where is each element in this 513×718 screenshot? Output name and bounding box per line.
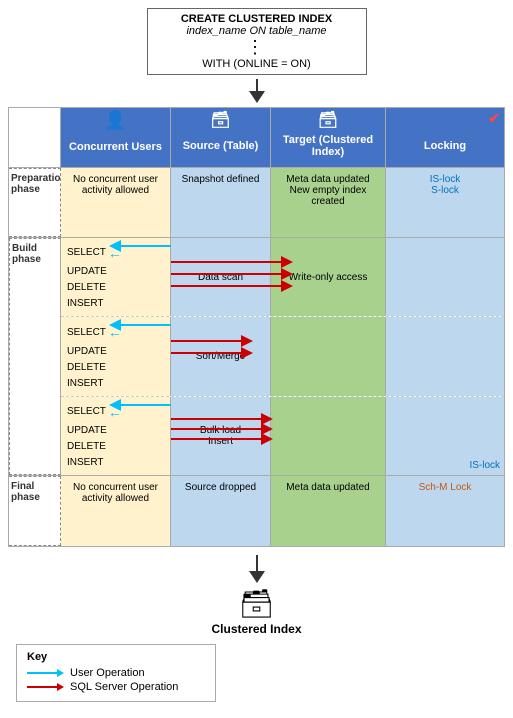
build-locking-3: IS-lock xyxy=(386,397,504,475)
build-concurrent-1: SELECT ← UPDATE DELETE INSERT xyxy=(61,238,171,316)
build-phase-row: Build phase SELECT ← UPDATE DELETE xyxy=(9,238,504,476)
build-source-3: Bulk loadInsert xyxy=(171,397,271,475)
clustered-index-label: Clustered Index xyxy=(8,622,505,636)
final-concurrent: No concurrent user activity allowed xyxy=(61,476,171,546)
phase-label-spacer xyxy=(9,108,61,167)
build-locking-1 xyxy=(386,238,504,316)
build-sub-row-3: SELECT ← UPDATE DELETE INSERT Bulk loadI… xyxy=(61,397,504,475)
sql-line3: WITH (ONLINE = ON) xyxy=(156,58,358,70)
final-phase-label: Final phase xyxy=(9,476,61,546)
build-locking-2 xyxy=(386,317,504,395)
check-icon: ✔ xyxy=(488,110,500,127)
build-concurrent-2: SELECT ← UPDATE DELETE INSERT xyxy=(61,317,171,395)
key-box: Key User Operation SQL Server Operation xyxy=(16,644,216,702)
op-update-1: UPDATE xyxy=(67,264,166,280)
key-title: Key xyxy=(27,651,205,663)
build-concurrent-3: SELECT ← UPDATE DELETE INSERT xyxy=(61,397,171,475)
build-phase-label: Build phase xyxy=(9,238,61,475)
build-source-1: Data scan xyxy=(171,238,271,316)
final-phase-row: Final phase No concurrent user activity … xyxy=(9,476,504,546)
top-arrow xyxy=(8,79,505,103)
build-sub-rows: SELECT ← UPDATE DELETE INSERT Data scan … xyxy=(61,238,504,475)
sql-line1: CREATE CLUSTERED INDEX xyxy=(156,13,358,25)
key-user-op-arrow xyxy=(27,669,64,677)
op-update-3: UPDATE xyxy=(67,423,166,439)
preparation-locking: IS-lock S-lock xyxy=(386,168,504,237)
op-select-2: SELECT ← xyxy=(67,321,166,343)
op-select-1: SELECT ← xyxy=(67,242,166,264)
build-target-2 xyxy=(271,317,386,395)
preparation-phase-row: Preparation phase No concurrent user act… xyxy=(9,168,504,238)
build-target-3 xyxy=(271,397,386,475)
op-update-2: UPDATE xyxy=(67,344,166,360)
key-user-op-row: User Operation xyxy=(27,667,205,679)
page: CREATE CLUSTERED INDEX index_name ON tab… xyxy=(0,0,513,718)
op-insert-2: INSERT xyxy=(67,376,166,392)
final-locking: Sch-M Lock xyxy=(386,476,504,546)
blue-arrow-icon-2: ← xyxy=(108,321,122,343)
op-select-3: SELECT ← xyxy=(67,401,166,423)
blue-arrow-icon-1: ← xyxy=(108,242,122,264)
op-delete-1: DELETE xyxy=(67,280,166,296)
op-insert-1: INSERT xyxy=(67,296,166,312)
preparation-concurrent: No concurrent user activity allowed xyxy=(61,168,171,237)
blue-arrow-icon-3: ← xyxy=(108,401,122,423)
diagram: 👤 Concurrent Users 🗃 Source (Table) 🗃 Ta… xyxy=(8,107,505,547)
build-sub-row-1: SELECT ← UPDATE DELETE INSERT Data scan … xyxy=(61,238,504,317)
clustered-index-icon: 🗃 xyxy=(8,587,505,620)
final-source: Source dropped xyxy=(171,476,271,546)
is-lock-label: IS-lock xyxy=(469,460,500,471)
sql-line2: index_name ON table_name xyxy=(156,25,358,37)
op-delete-3: DELETE xyxy=(67,439,166,455)
col-header-source: 🗃 Source (Table) xyxy=(171,108,271,167)
bottom-arrow xyxy=(8,555,505,583)
key-sql-op-label: SQL Server Operation xyxy=(70,681,178,693)
target-db-icon: 🗃 xyxy=(318,110,338,130)
build-source-2: Sort/Merge xyxy=(171,317,271,395)
op-delete-2: DELETE xyxy=(67,360,166,376)
header-row: 👤 Concurrent Users 🗃 Source (Table) 🗃 Ta… xyxy=(9,108,504,168)
preparation-source: Snapshot defined xyxy=(171,168,271,237)
final-target: Meta data updated xyxy=(271,476,386,546)
sql-dots: ⋮ xyxy=(156,37,358,58)
col-header-concurrent: 👤 Concurrent Users xyxy=(61,108,171,167)
key-sql-op-arrow xyxy=(27,683,64,691)
col-header-target: 🗃 Target (Clustered Index) xyxy=(271,108,386,167)
preparation-phase-label: Preparation phase xyxy=(9,168,61,237)
op-insert-3: INSERT xyxy=(67,455,166,471)
sql-box: CREATE CLUSTERED INDEX index_name ON tab… xyxy=(147,8,367,75)
source-db-icon: 🗃 xyxy=(210,110,230,130)
preparation-target: Meta data updated New empty index create… xyxy=(271,168,386,237)
user-icon: 👤 xyxy=(104,110,126,131)
key-sql-op-row: SQL Server Operation xyxy=(27,681,205,693)
clustered-index: 🗃 Clustered Index xyxy=(8,587,505,636)
build-sub-row-2: SELECT ← UPDATE DELETE INSERT Sort/Merge xyxy=(61,317,504,396)
col-header-locking: ✔ Locking xyxy=(386,108,504,167)
build-target-1: Write-only access xyxy=(271,238,386,316)
key-user-op-label: User Operation xyxy=(70,667,145,679)
